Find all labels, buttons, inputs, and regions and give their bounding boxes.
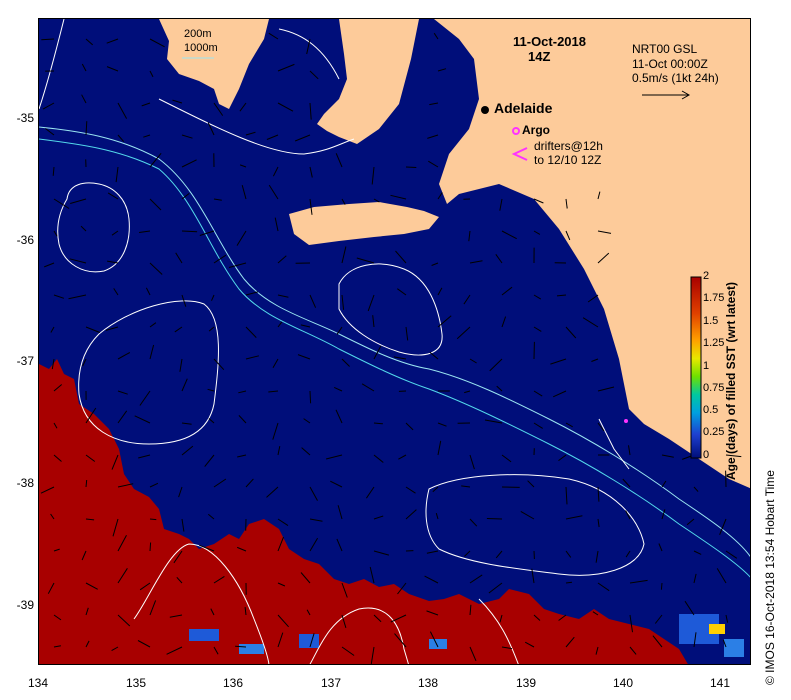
map-time: 14Z [528,49,551,64]
argo-float-marker [624,419,628,423]
current-source-label: NRT00 GSL [632,42,698,56]
sst-patch [239,644,264,654]
current-time-label: 11-Oct 00:00Z [632,57,708,71]
colorbar-tick: 1 [703,360,710,372]
sst-map [39,19,750,664]
colorbar [690,276,702,459]
colorbar-tick: 0.25 [703,426,725,438]
map-date: 11-Oct-2018 [513,34,586,49]
y-tick-label: -35 [16,111,34,125]
current-vector [149,518,157,521]
map-plot-area [38,18,751,665]
argo-legend-label: Argo [522,123,550,137]
colorbar-tick: 1.75 [703,292,725,304]
sst-patch [709,624,725,634]
x-tick-label: 134 [27,676,49,690]
colorbar-title: Age (days) of filled SST (wrt latest) [724,281,738,480]
current-vector [660,582,663,590]
isobath-1000m-label: 1000m [184,42,218,54]
drifter-legend-label-1: drifters@12h [534,139,603,153]
x-tick-label: 140 [612,676,634,690]
drifter-legend-label-2: to 12/10 12Z [534,153,602,167]
y-tick-label: -36 [16,233,34,247]
sst-patch [189,629,219,641]
y-tick-label: -38 [16,476,34,490]
imos-credit: © IMOS 16-Oct-2018 13:54 Hobart Time [763,470,777,685]
current-scale-label: 0.5m/s (1kt 24h) [632,71,719,85]
x-tick-label: 135 [125,676,147,690]
x-tick-label: 141 [709,676,731,690]
x-tick-label: 138 [417,676,439,690]
current-vector [149,542,152,552]
colorbar-tick: 1.5 [703,315,719,327]
x-tick-label: 139 [515,676,537,690]
colorbar-tick: 0 [703,449,710,461]
x-tick-label: 137 [320,676,342,690]
adelaide-marker [481,106,489,114]
colorbar-tick: 0.75 [703,382,725,394]
x-tick-label: 136 [222,676,244,690]
sst-patch [299,634,319,648]
current-vector [405,166,417,168]
current-vector [309,390,312,404]
colorbar-tick: 2 [703,270,710,282]
current-vector [85,479,88,488]
y-tick-label: -37 [16,354,34,368]
colorbar-tick: 0.5 [703,404,719,416]
y-tick-label: -39 [16,598,34,612]
colorbar-tick: 1.25 [703,337,725,349]
place-label-adelaide: Adelaide [494,100,553,116]
sst-patch [724,639,744,657]
current-vector [235,645,247,648]
isobath-200m-label: 200m [184,28,212,40]
current-vector [486,518,503,520]
sst-patch [429,639,447,649]
